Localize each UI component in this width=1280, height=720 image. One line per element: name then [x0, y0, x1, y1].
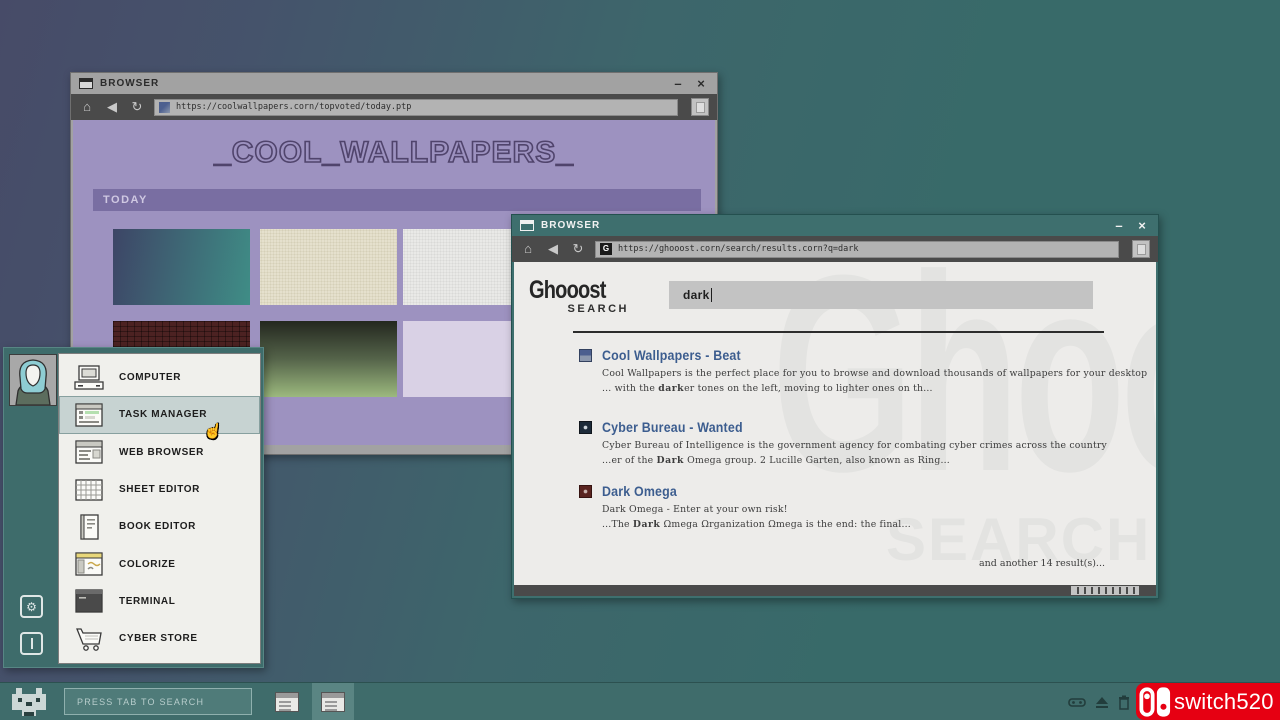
menu-item-web-browser[interactable]: WEB BROWSER [59, 434, 260, 471]
titlebar[interactable]: BROWSER – × [71, 73, 717, 94]
taskbar-search-input[interactable]: PRESS TAB TO SEARCH [64, 688, 252, 715]
taskbar: PRESS TAB TO SEARCH [0, 682, 1280, 720]
results-divider [573, 331, 1104, 333]
result-title-link[interactable]: Cool Wallpapers - Beat [602, 348, 741, 363]
browser-toolbar: ⌂ ◀ ↻ G https://ghooost.corn/search/resu… [512, 236, 1158, 262]
browser-window-search[interactable]: BROWSER – × ⌂ ◀ ↻ G https://ghooost.corn… [511, 214, 1159, 599]
refresh-icon[interactable]: ↻ [129, 94, 145, 120]
computer-icon [72, 364, 106, 391]
browser-app-icon [520, 220, 534, 231]
search-input[interactable]: dark [669, 281, 1093, 309]
start-menu-button[interactable] [12, 688, 48, 716]
ghooost-favicon-icon: G [600, 243, 612, 255]
user-avatar[interactable] [9, 354, 57, 406]
result-snippet: Cool Wallpapers is the perfect place for… [602, 368, 1147, 379]
ghooost-search-logo: Ghooost SEARCH [529, 276, 629, 315]
result-snippet: ...The Dark Ωmega Ωrganization Ωmega is … [602, 519, 911, 530]
menu-item-book-editor[interactable]: BOOK EDITOR [59, 508, 260, 545]
app-menu-panel: COMPUTER TASK MANAGER WEB BROWSER SHEET … [58, 353, 261, 664]
result-title-link[interactable]: Dark Omega [602, 484, 677, 499]
url-text: https://ghooost.corn/search/results.corn… [618, 244, 859, 254]
book-editor-icon [72, 513, 106, 540]
wallpaper-thumbnail-beige-noise[interactable] [260, 229, 397, 305]
result-snippet: ...er of the Dark Omega group. 2 Lucille… [602, 455, 1107, 466]
window-title: BROWSER [541, 220, 600, 231]
window-statusbar [514, 585, 1156, 596]
window-icon [275, 692, 299, 712]
eject-icon[interactable] [1095, 696, 1109, 709]
gamepad-icon[interactable] [1068, 696, 1086, 709]
cyber-store-icon [72, 625, 106, 652]
refresh-icon[interactable]: ↻ [570, 236, 586, 262]
minimize-button[interactable]: – [1111, 215, 1127, 236]
search-result-dark-omega: Dark Omega Dark Omega - Enter at your ow… [579, 484, 911, 530]
system-tray [1068, 683, 1130, 720]
url-text: https://coolwallpapers.corn/topvoted/tod… [176, 102, 411, 112]
back-icon[interactable]: ◀ [545, 236, 561, 262]
trash-icon[interactable] [1118, 695, 1130, 710]
power-icon [31, 638, 33, 649]
desktop: BROWSER – × ⌂ ◀ ↻ https://coolwallpapers… [0, 0, 1280, 720]
web-browser-icon [72, 439, 106, 466]
close-button[interactable]: × [1134, 215, 1150, 236]
result-title-link[interactable]: Cyber Bureau - Wanted [602, 420, 743, 435]
sheet-editor-icon [72, 476, 106, 503]
result-favicon-bureau-icon [579, 421, 592, 434]
switch520-watermark: switch520 [1136, 683, 1280, 720]
home-icon[interactable]: ⌂ [520, 236, 536, 262]
power-button[interactable] [20, 632, 43, 655]
loading-segments-widget [1071, 586, 1139, 595]
search-result-cyber-bureau: Cyber Bureau - Wanted Cyber Bureau of In… [579, 420, 1107, 466]
menu-item-computer[interactable]: COMPUTER [59, 359, 260, 396]
url-bar[interactable]: G https://ghooost.corn/search/results.co… [595, 241, 1119, 258]
wallpaper-thumbnail-teal-gradient[interactable] [113, 229, 250, 305]
menu-item-sheet-editor[interactable]: SHEET EDITOR [59, 471, 260, 508]
home-icon[interactable]: ⌂ [79, 94, 95, 120]
nintendo-switch-logo-icon [1138, 686, 1172, 718]
colorize-icon [72, 551, 106, 578]
page-title: _COOL_WALLPAPERS_ [73, 136, 715, 170]
menu-item-colorize[interactable]: COLORIZE [59, 545, 260, 582]
terminal-icon [72, 588, 106, 615]
taskbar-window-button-browser-2-active[interactable] [312, 683, 354, 720]
text-caret [711, 288, 712, 302]
task-manager-icon [72, 401, 106, 428]
gear-icon: ⚙ [26, 600, 37, 614]
bookmark-page-button[interactable] [691, 98, 709, 116]
minimize-button[interactable]: – [670, 73, 686, 94]
result-snippet: Cyber Bureau of Intelligence is the gove… [602, 440, 1107, 451]
browser-toolbar: ⌂ ◀ ↻ https://coolwallpapers.corn/topvot… [71, 94, 717, 120]
today-section-header: TODAY [93, 189, 701, 211]
close-button[interactable]: × [693, 73, 709, 94]
menu-item-terminal[interactable]: TERMINAL [59, 583, 260, 620]
bookmark-page-button[interactable] [1132, 240, 1150, 258]
browser-app-icon [79, 78, 93, 89]
menu-item-task-manager[interactable]: TASK MANAGER [59, 396, 260, 433]
start-menu: ⚙ COMPUTER TASK MANAGER WEB BROWSER [3, 347, 264, 668]
taskbar-window-button-browser-1[interactable] [266, 683, 308, 720]
pixel-cat-icon [12, 688, 46, 716]
titlebar[interactable]: BROWSER – × [512, 215, 1158, 236]
window-icon [321, 692, 345, 712]
more-results-text: and another 14 result(s)... [979, 558, 1105, 569]
wallpaper-thumbnail-green-gradient[interactable] [260, 321, 397, 397]
settings-button[interactable]: ⚙ [20, 595, 43, 618]
search-results-page: Ghooost SEARCH Ghooost SEARCH dark Cool … [514, 262, 1156, 585]
mouse-hand-cursor-icon: ☝ [203, 421, 225, 442]
wallpapers-favicon-icon [159, 102, 170, 113]
result-snippet: Dark Omega - Enter at your own risk! [602, 504, 911, 515]
url-bar[interactable]: https://coolwallpapers.corn/topvoted/tod… [154, 99, 678, 116]
search-result-cool-wallpapers: Cool Wallpapers - Beat Cool Wallpapers i… [579, 348, 1147, 394]
watermark-text: switch520 [1174, 689, 1274, 715]
result-favicon-omega-icon [579, 485, 592, 498]
back-icon[interactable]: ◀ [104, 94, 120, 120]
result-favicon-wallpapers-icon [579, 349, 592, 362]
search-query-text: dark [683, 288, 710, 302]
menu-item-cyber-store[interactable]: CYBER STORE [59, 620, 260, 657]
window-title: BROWSER [100, 78, 159, 89]
result-snippet: ... with the darker tones on the left, m… [602, 383, 1147, 394]
